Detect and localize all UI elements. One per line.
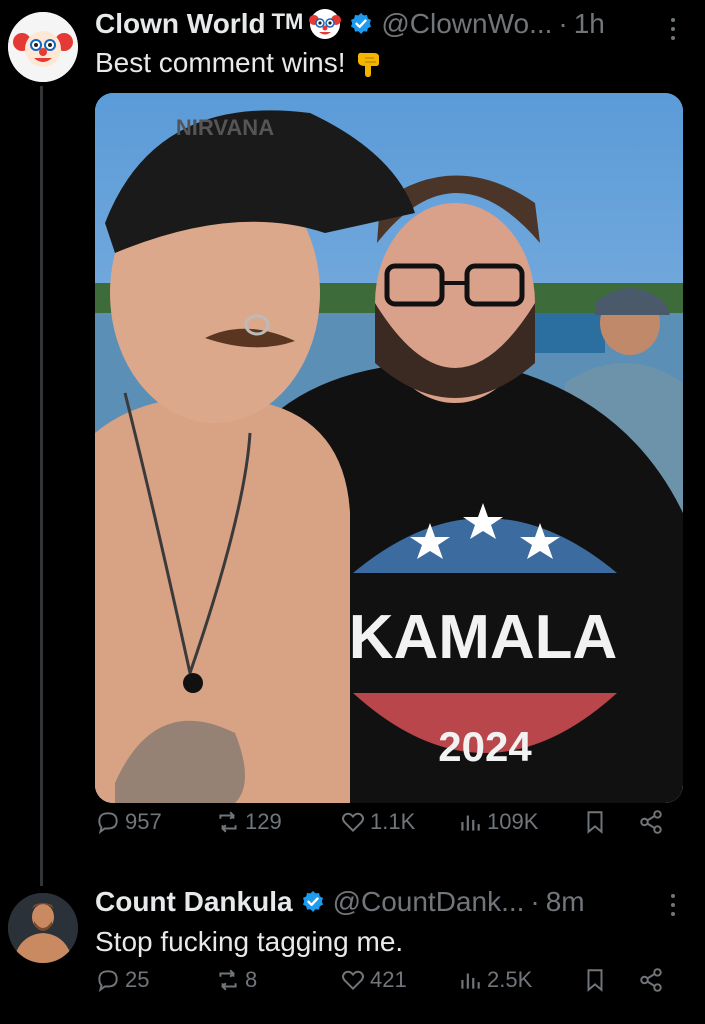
- pointing-down-icon: [354, 48, 384, 78]
- reply-count: 25: [125, 967, 150, 992]
- post-media-image[interactable]: KAMALA 2024 NIRVANA: [95, 93, 683, 803]
- heart-icon: [341, 812, 365, 833]
- timestamp[interactable]: 8m: [546, 886, 585, 918]
- share-icon: [640, 810, 662, 834]
- bookmark-icon: [587, 811, 603, 834]
- like-count: 1.1K: [370, 809, 416, 834]
- reply-icon: [98, 970, 118, 993]
- reply-icon: [98, 812, 118, 835]
- separator-dot: ·: [558, 8, 568, 39]
- avatar[interactable]: [8, 12, 78, 82]
- trademark-suffix: TM: [271, 9, 304, 34]
- views-button[interactable]: 2.5K: [457, 967, 532, 993]
- bookmark-button[interactable]: [582, 967, 612, 993]
- avatar[interactable]: [8, 893, 78, 963]
- clown-face-icon: [309, 8, 342, 40]
- clown-avatar-image: [8, 12, 78, 82]
- repost-count: 129: [245, 809, 282, 834]
- thread-line: [40, 86, 43, 886]
- share-icon: [640, 968, 662, 992]
- more-options-icon[interactable]: [669, 18, 677, 42]
- like-button[interactable]: 1.1K: [340, 809, 415, 835]
- repost-count: 8: [245, 967, 258, 992]
- views-button[interactable]: 109K: [457, 809, 538, 835]
- verified-badge-icon: [349, 12, 373, 36]
- like-count: 421: [370, 967, 407, 992]
- share-button[interactable]: [638, 967, 668, 993]
- views-icon: [461, 973, 480, 989]
- repost-button[interactable]: 8: [215, 967, 257, 993]
- verified-badge-icon: [301, 890, 325, 914]
- heart-icon: [341, 970, 365, 991]
- author-name[interactable]: Clown World: [95, 8, 266, 40]
- bookmark-button[interactable]: [582, 809, 612, 835]
- bookmark-icon: [587, 969, 603, 992]
- reply-count: 957: [125, 809, 162, 834]
- post-header: Count Dankula @CountDank... · 8m: [95, 886, 585, 918]
- views-count: 2.5K: [487, 967, 533, 992]
- more-options-icon[interactable]: [669, 894, 677, 918]
- views-icon: [461, 815, 480, 831]
- repost-button[interactable]: 129: [215, 809, 282, 835]
- repost-icon: [219, 969, 237, 991]
- timestamp[interactable]: 1h: [574, 8, 605, 40]
- author-handle[interactable]: @CountDank...: [333, 886, 525, 918]
- count-avatar-image: [8, 893, 78, 963]
- post-text: Stop fucking tagging me.: [95, 926, 403, 958]
- views-count: 109K: [487, 809, 539, 834]
- like-button[interactable]: 421: [340, 967, 407, 993]
- share-button[interactable]: [638, 809, 668, 835]
- author-name[interactable]: Count Dankula: [95, 886, 293, 918]
- shirt-year-text: 2024: [438, 723, 532, 770]
- shirt-logo-text: KAMALA: [349, 603, 618, 672]
- reply-button[interactable]: 957: [95, 809, 162, 835]
- reply-button[interactable]: 25: [95, 967, 149, 993]
- author-handle[interactable]: @ClownWo...: [381, 8, 552, 40]
- post-text: Best comment wins!: [95, 47, 384, 79]
- post-text-content: Stop fucking tagging me.: [95, 926, 404, 957]
- separator-dot: ·: [530, 886, 540, 917]
- photo-two-men: KAMALA 2024 NIRVANA: [95, 93, 683, 803]
- repost-icon: [219, 811, 237, 833]
- post-text-content: Best comment wins!: [95, 47, 346, 78]
- hat-text: NIRVANA: [176, 115, 274, 140]
- post-header: Clown World TM @ClownWo... · 1h: [95, 8, 605, 40]
